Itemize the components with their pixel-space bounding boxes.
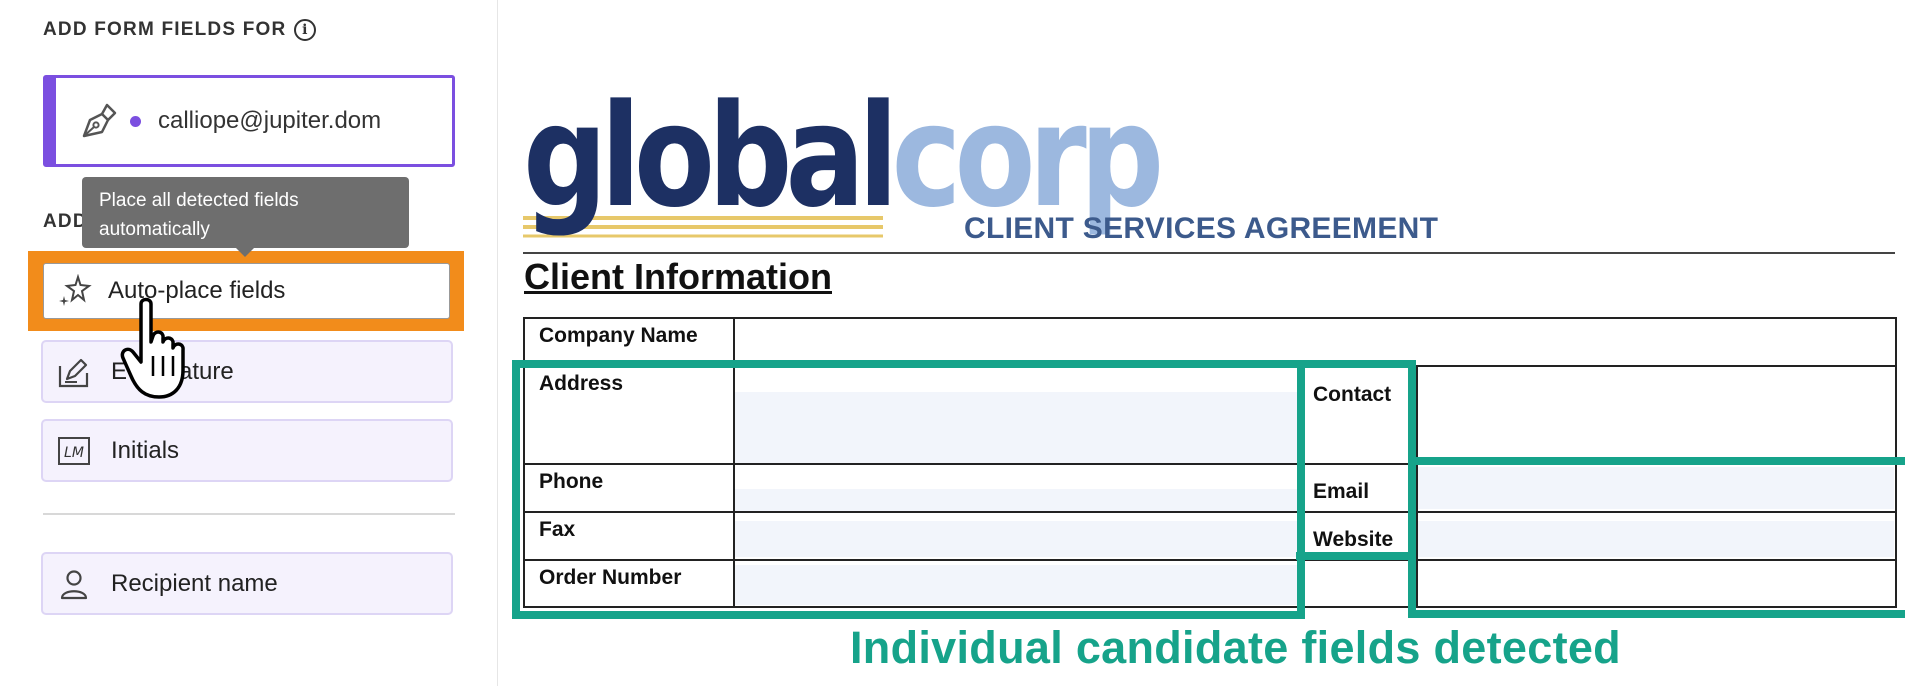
panel-heading: ADD FORM FIELDS FOR i — [43, 19, 317, 41]
initials-button[interactable]: LM Initials — [41, 419, 453, 482]
panel-divider — [43, 513, 455, 515]
recipient-selector[interactable]: calliope@jupiter.dom — [43, 75, 455, 167]
detected-fields-box-left — [512, 360, 1305, 619]
initials-icon: LM — [58, 436, 90, 465]
detection-caption: Individual candidate fields detected — [850, 622, 1621, 673]
company-logo: globalcorp — [523, 85, 1164, 227]
detected-fields-connector — [1296, 360, 1416, 560]
person-icon — [60, 569, 88, 599]
section-heading: Client Information — [524, 256, 832, 297]
logo-text-global: global — [523, 73, 899, 239]
panel-heading-text: ADD FORM FIELDS FOR — [43, 19, 287, 40]
recipient-color-dot — [130, 115, 141, 127]
agreement-title: CLIENT SERVICES AGREEMENT — [964, 212, 1439, 245]
recipient-email: calliope@jupiter.dom — [158, 107, 382, 134]
autoplace-tooltip: Place all detected fields automatically — [82, 177, 409, 257]
recipient-name-button[interactable]: Recipient name — [41, 552, 453, 615]
detected-fields-box-right — [1408, 457, 1905, 618]
hand-pointer-cursor-icon — [120, 297, 185, 399]
esignature-icon — [58, 358, 89, 387]
esignature-button[interactable]: E-signature — [41, 340, 453, 403]
form-fields-panel: ADD FORM FIELDS FOR i calliope@jupiter.d… — [0, 0, 498, 686]
info-icon[interactable]: i — [294, 19, 317, 41]
initials-icon-text: LM — [64, 445, 84, 461]
table-line — [523, 317, 1897, 319]
signature-pen-icon — [82, 103, 117, 138]
sparkle-icon — [59, 274, 92, 306]
autoplace-fields-button[interactable]: Auto-place fields — [43, 263, 450, 319]
title-rule — [523, 252, 1895, 254]
label-company-name: Company Name — [539, 324, 698, 347]
recipient-name-label: Recipient name — [111, 569, 278, 597]
initials-label: Initials — [111, 436, 180, 464]
